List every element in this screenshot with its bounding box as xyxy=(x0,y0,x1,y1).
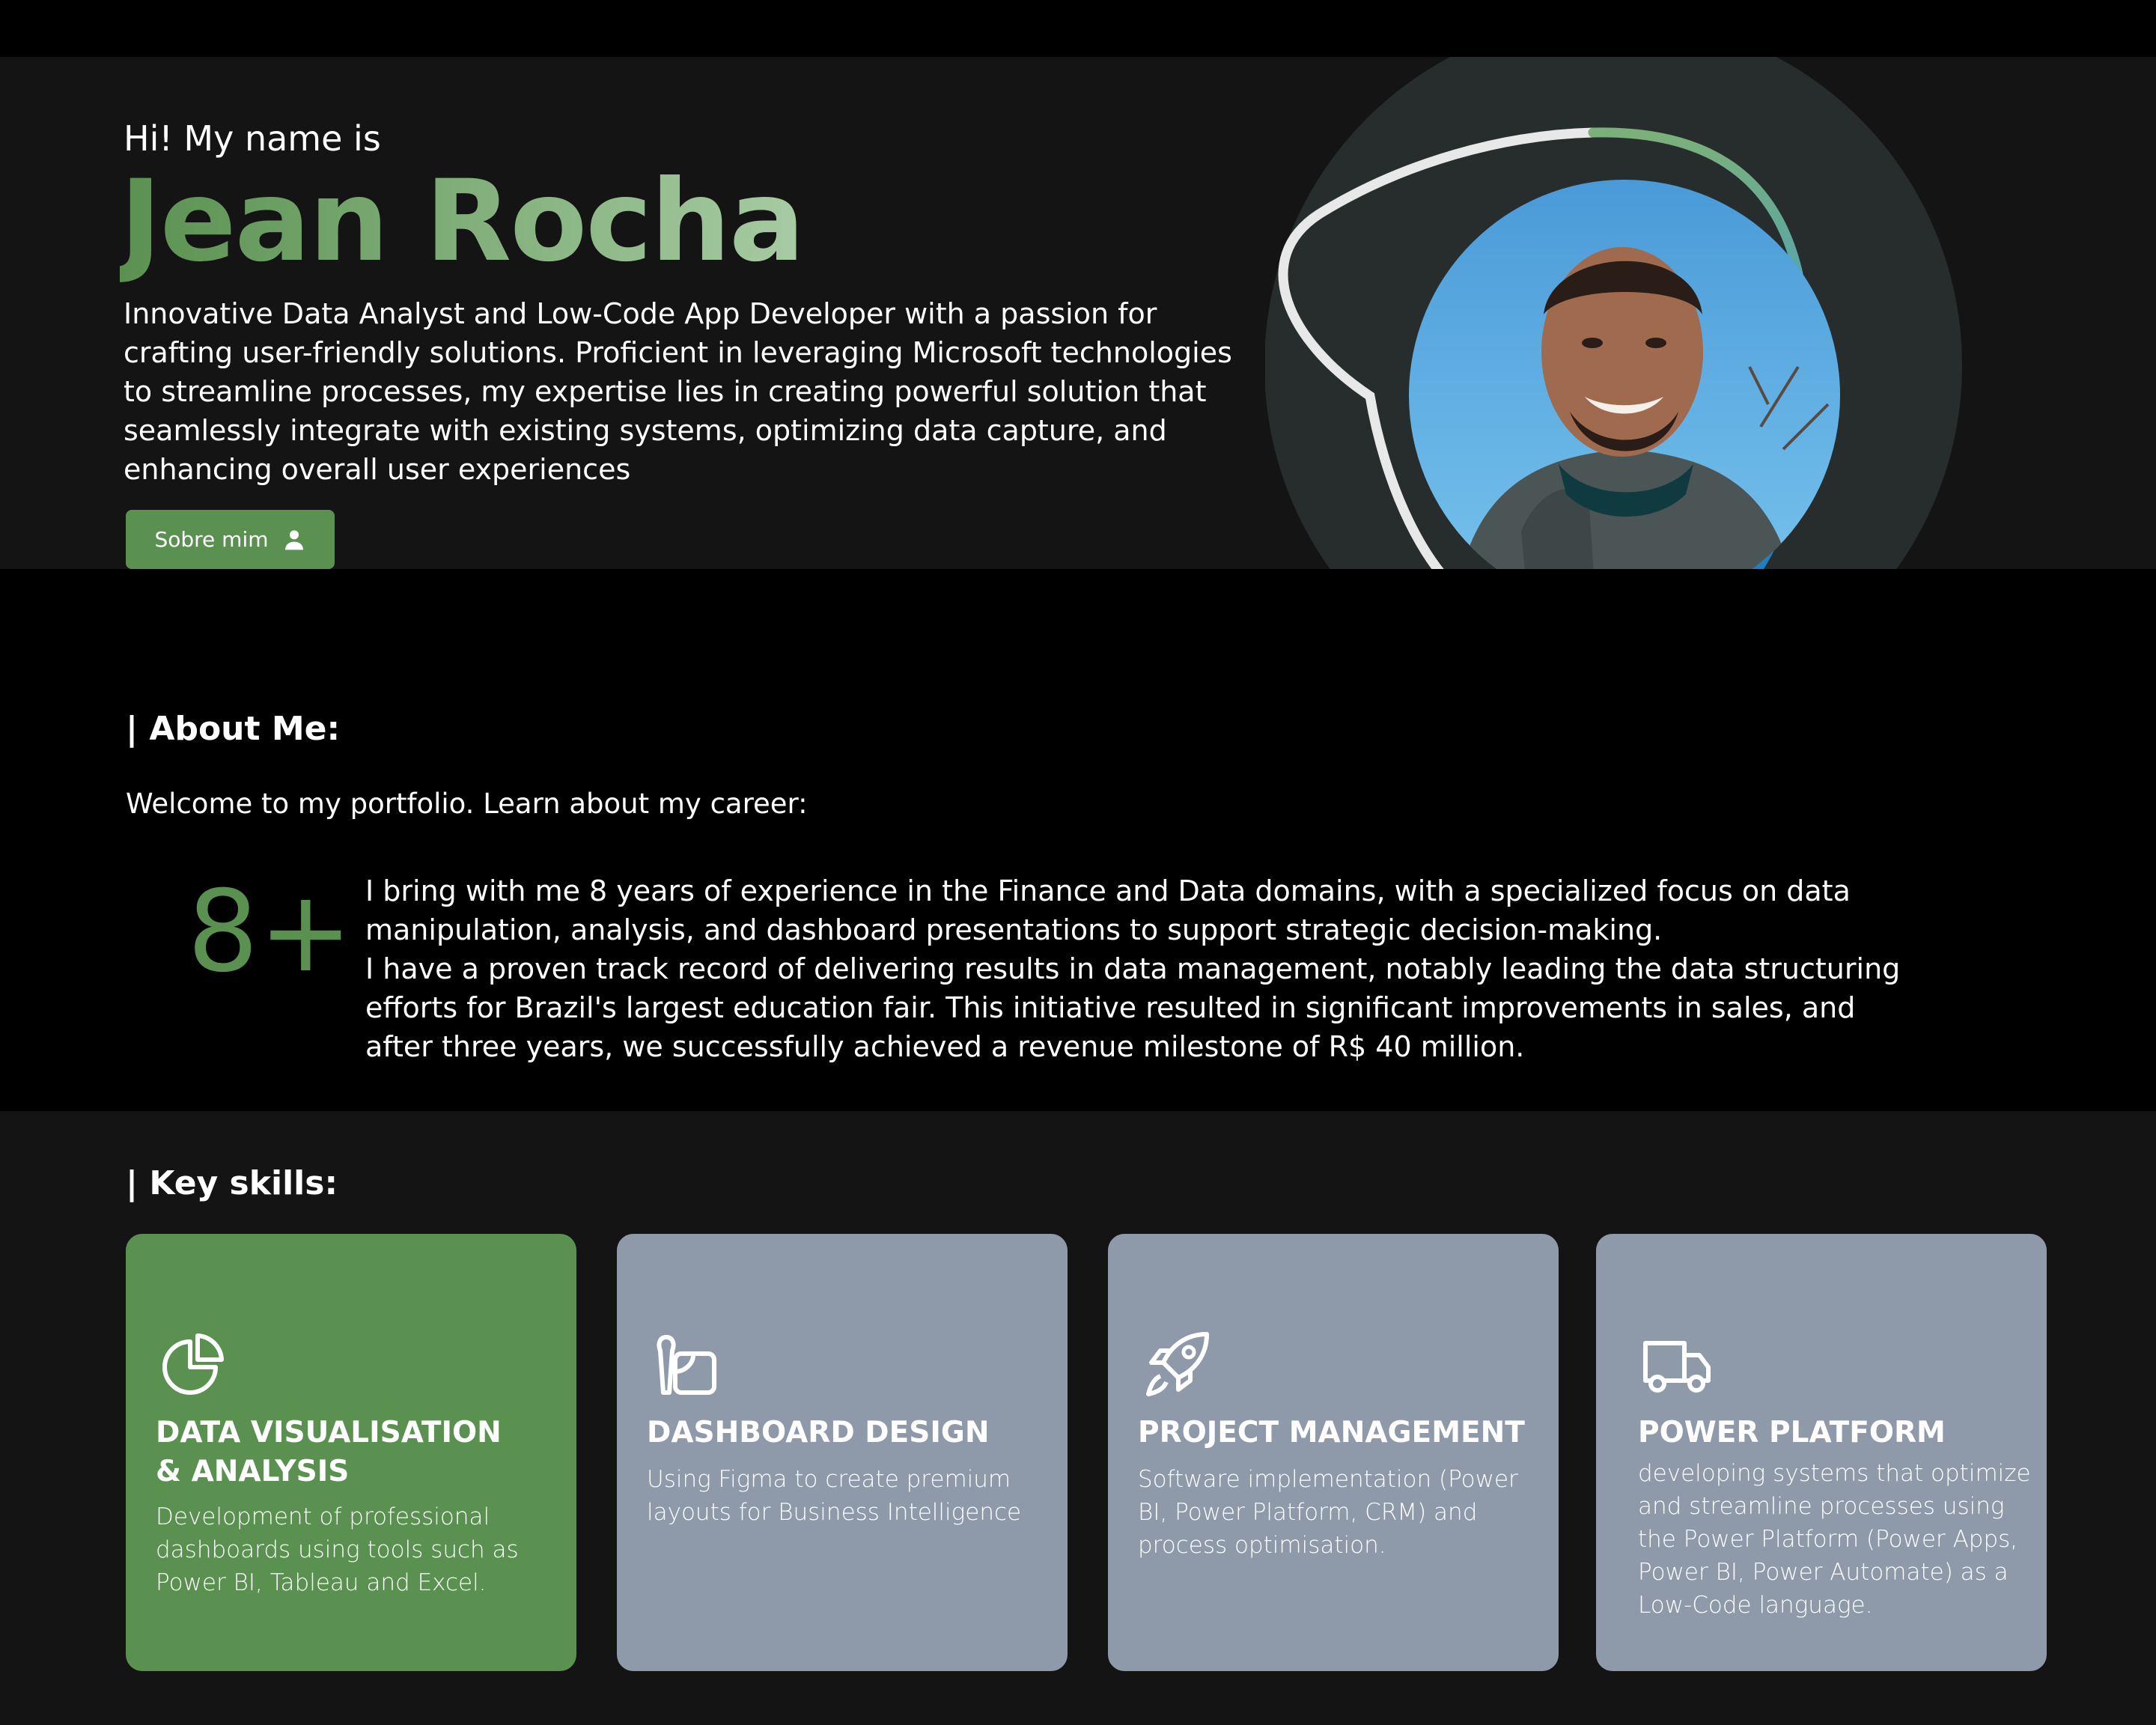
skill-card-dashboard-design[interactable]: DASHBOARD DESIGN Using Figma to create p… xyxy=(617,1234,1068,1671)
about-welcome: Welcome to my portfolio. Learn about my … xyxy=(126,788,808,820)
skill-card-data-visualisation[interactable]: DATA VISUALISATION & ANALYSIS Developmen… xyxy=(126,1234,576,1671)
design-tools-icon xyxy=(657,1335,716,1395)
skill-description: Development of professional dashboards u… xyxy=(156,1503,519,1596)
user-icon xyxy=(284,529,303,550)
rocket-icon xyxy=(1146,1332,1209,1396)
skill-title: DATA VISUALISATION & ANALYSIS xyxy=(156,1414,545,1491)
skill-card-power-platform[interactable]: POWER PLATFORM developing systems that o… xyxy=(1596,1234,2047,1671)
about-heading: | About Me: xyxy=(126,710,341,748)
about-me-button-label: Sobre mim xyxy=(154,527,269,552)
skill-card-project-management[interactable]: PROJECT MANAGEMENT Software implementati… xyxy=(1108,1234,1559,1671)
skill-title-line-2: & ANALYSIS xyxy=(156,1455,350,1488)
career-paragraph-2: I have a proven track record of deliveri… xyxy=(365,952,1901,1063)
career-paragraph-1: I bring with me 8 years of experience in… xyxy=(365,874,1851,946)
top-bar xyxy=(0,0,2156,57)
career-summary: I bring with me 8 years of experience in… xyxy=(365,871,1907,1066)
hero-intro: Innovative Data Analyst and Low-Code App… xyxy=(124,297,1232,486)
years-experience: 8+ xyxy=(187,867,353,997)
profile-photo xyxy=(1409,180,1840,611)
pie-chart-icon xyxy=(162,1333,224,1395)
skill-title: POWER PLATFORM xyxy=(1638,1416,1946,1449)
skills-heading: | Key skills: xyxy=(126,1164,338,1202)
skill-description: Software implementation (Power BI, Power… xyxy=(1138,1466,1518,1559)
hero-name: Jean Rocha xyxy=(120,156,805,287)
greeting-text: Hi! My name is xyxy=(124,118,381,159)
skill-description: Using Figma to create premium layouts fo… xyxy=(647,1466,1022,1526)
skill-title-line-1: DATA VISUALISATION xyxy=(156,1416,502,1449)
skill-description: developing systems that optimize and str… xyxy=(1638,1460,2031,1619)
skill-title: PROJECT MANAGEMENT xyxy=(1138,1416,1525,1449)
skill-title: DASHBOARD DESIGN xyxy=(647,1416,990,1449)
truck-icon xyxy=(1643,1341,1711,1393)
about-me-button[interactable]: Sobre mim xyxy=(126,510,335,569)
